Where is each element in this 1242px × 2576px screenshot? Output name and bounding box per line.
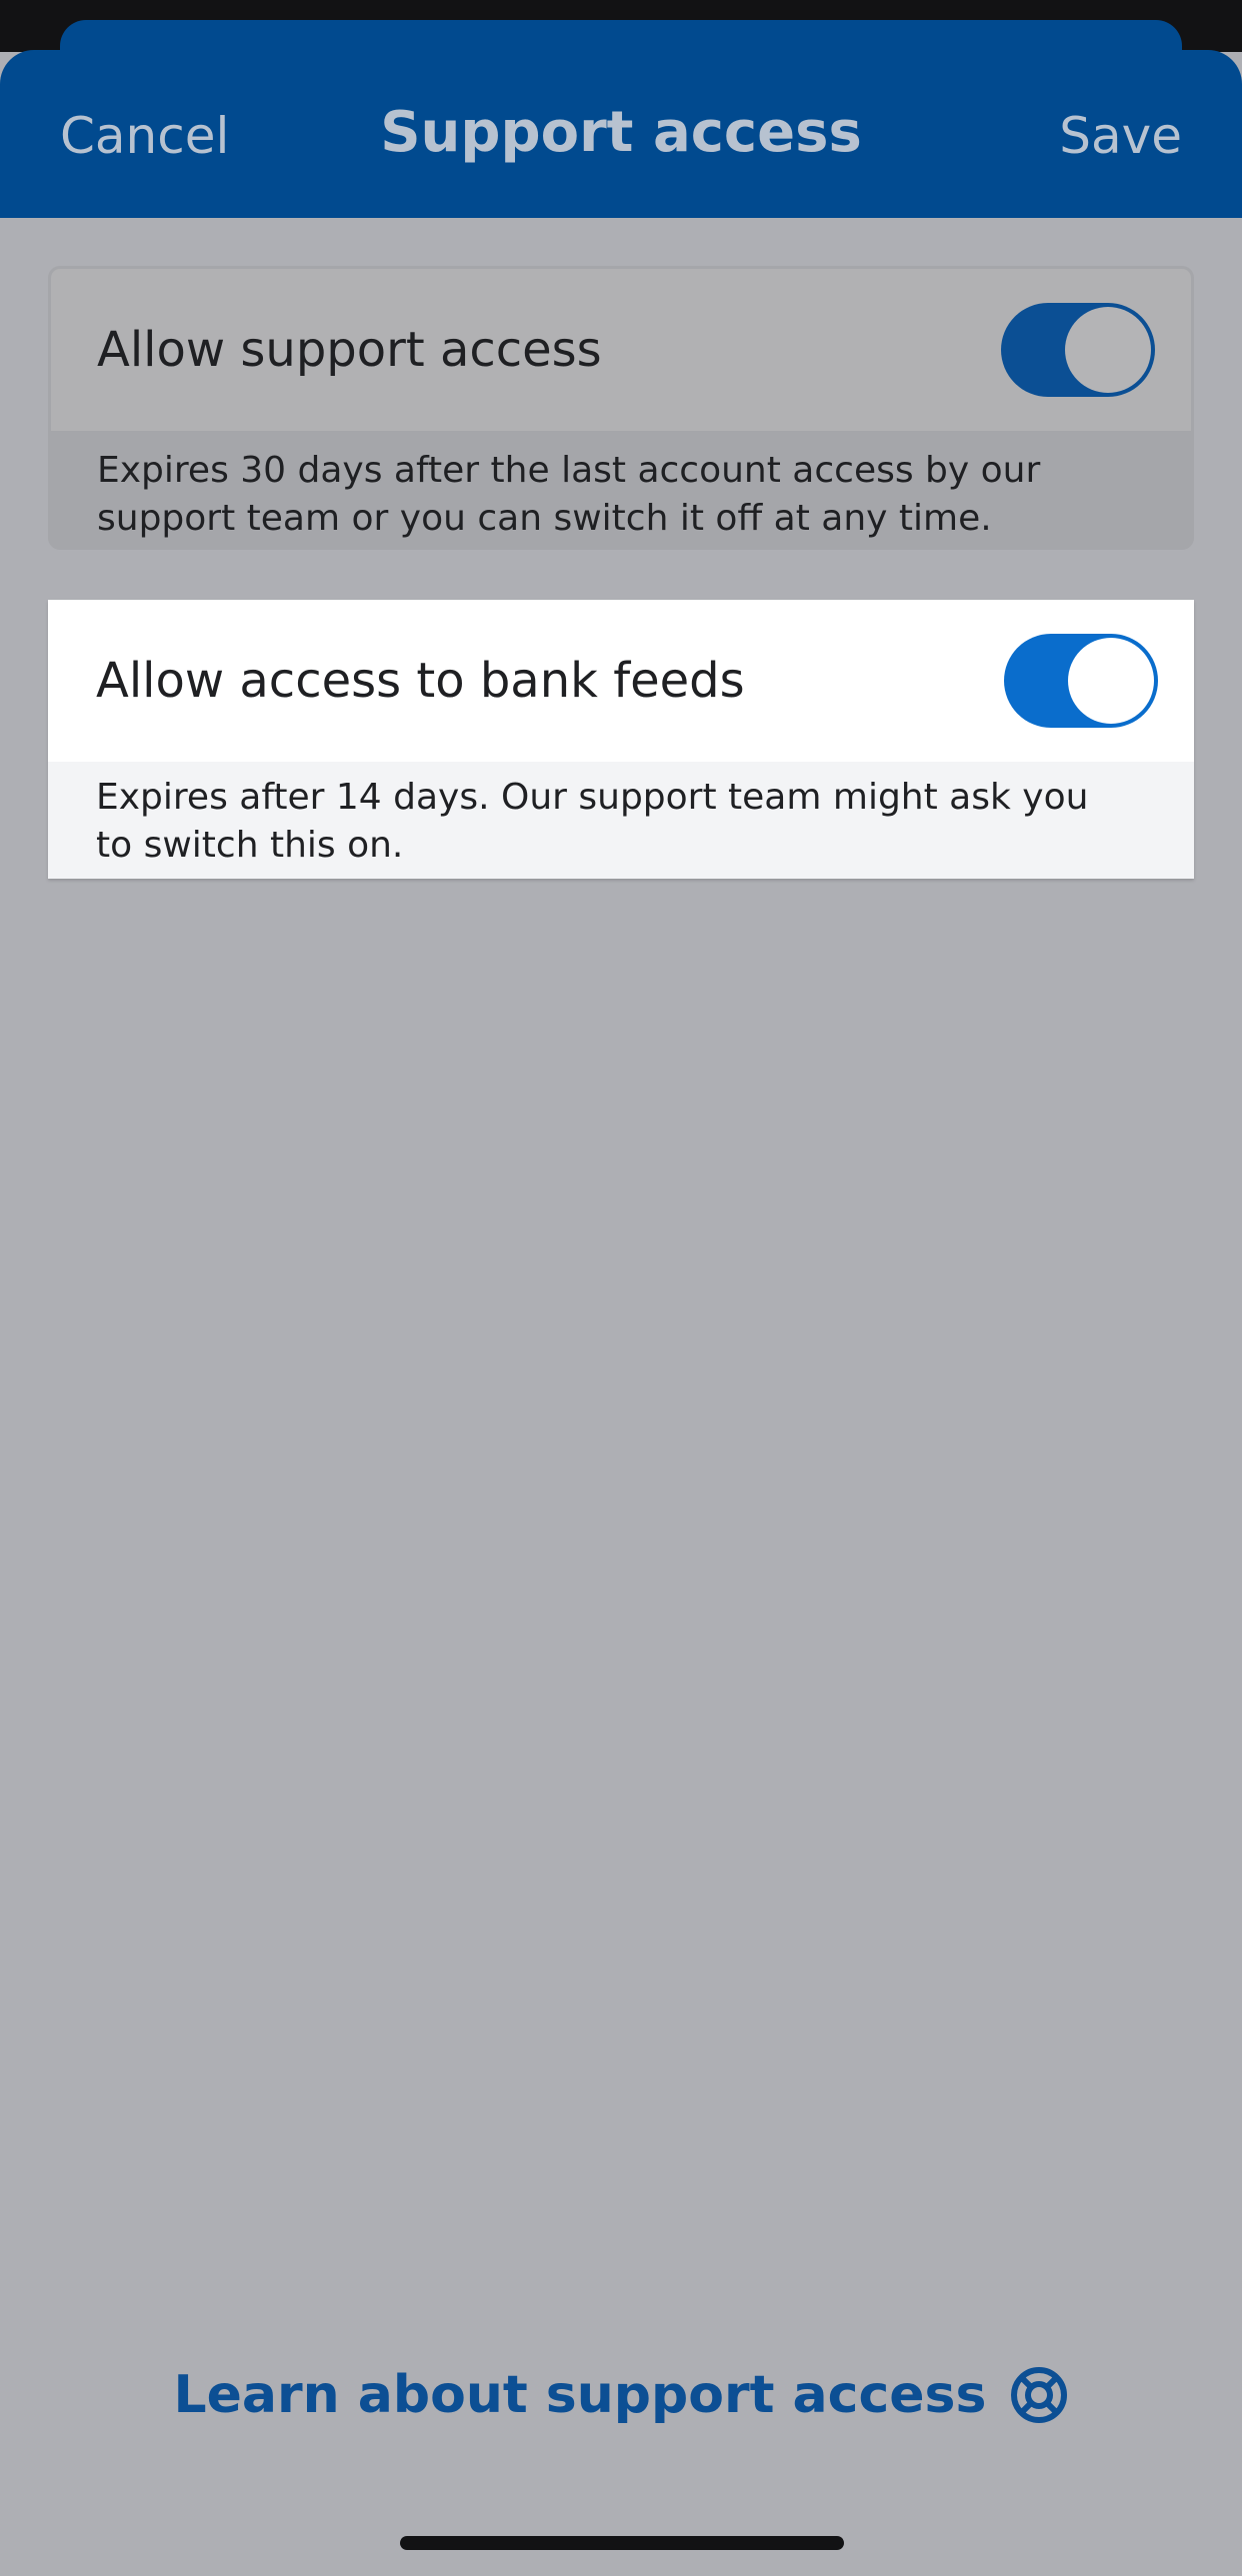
bank-feeds-row: Allow access to bank feeds — [48, 600, 1194, 762]
bank-feeds-toggle[interactable] — [1004, 634, 1158, 728]
support-access-card: Allow support access Expires 30 days aft… — [48, 266, 1194, 550]
bank-feeds-label: Allow access to bank feeds — [96, 653, 745, 709]
page-title: Support access — [380, 100, 862, 165]
bank-feeds-description: Expires after 14 days. Our support team … — [96, 777, 1089, 866]
learn-about-support-link[interactable]: Learn about support access — [0, 2359, 1242, 2431]
support-access-toggle[interactable] — [1001, 303, 1155, 397]
navigation-header: Cancel Support access Save — [0, 50, 1242, 218]
support-access-row: Allow support access — [51, 269, 1191, 431]
save-button[interactable]: Save — [1059, 106, 1182, 166]
support-access-label: Allow support access — [97, 322, 602, 378]
bank-feeds-card: Allow access to bank feeds Expires after… — [48, 600, 1194, 879]
toggle-knob — [1065, 307, 1151, 393]
support-access-description: Expires 30 days after the last account a… — [97, 450, 1041, 539]
home-indicator — [400, 2536, 844, 2550]
learn-link-label: Learn about support access — [173, 2365, 987, 2425]
lifebuoy-icon — [1010, 2366, 1068, 2424]
toggle-knob — [1068, 638, 1154, 724]
